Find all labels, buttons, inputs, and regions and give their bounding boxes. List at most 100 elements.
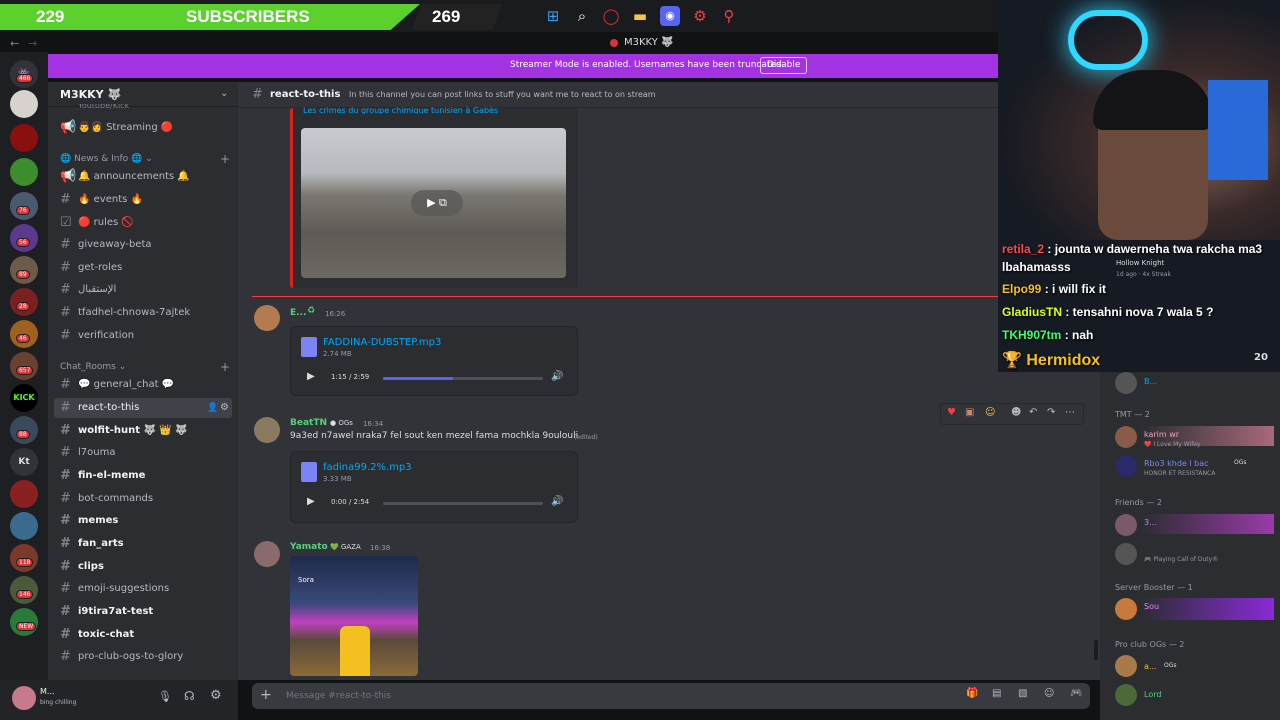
- windows-start-icon[interactable]: ⊞: [543, 6, 563, 26]
- avatar[interactable]: [1115, 655, 1137, 677]
- channel-emoji-suggestions[interactable]: # emoji-suggestions: [54, 579, 232, 599]
- server-icon[interactable]: [10, 480, 38, 508]
- add-attachment-icon[interactable]: +: [260, 687, 272, 703]
- member-name[interactable]: Lord: [1144, 690, 1161, 699]
- audio-seek-bar[interactable]: [383, 377, 543, 380]
- channel-l7ouma[interactable]: # l7ouma: [54, 443, 232, 463]
- back-arrow-icon[interactable]: ←: [10, 37, 19, 50]
- microphone-icon[interactable]: 🎙: [158, 690, 172, 703]
- message-author[interactable]: E...: [290, 308, 306, 318]
- server-icon[interactable]: [10, 512, 38, 540]
- channel-memes[interactable]: # memes: [54, 511, 232, 531]
- avatar[interactable]: [1115, 514, 1137, 536]
- channel-rules[interactable]: ☑ 🔴 rules 🚫: [54, 213, 232, 233]
- volume-icon[interactable]: 🔊: [551, 371, 563, 382]
- channel-clips[interactable]: # clips: [54, 557, 232, 577]
- embed-title[interactable]: Les crimes du groupe chimique tunisien à…: [303, 106, 498, 114]
- laugh-reaction-icon[interactable]: ☺: [985, 407, 995, 418]
- folder-icon[interactable]: ▬: [630, 6, 650, 26]
- channel-i9tira7at-test[interactable]: # i9tira7at-test: [54, 602, 232, 622]
- channel-tfadhel[interactable]: # tfadhel-chnowa-7ajtek: [54, 303, 232, 323]
- channel-giveaway[interactable]: # giveaway-beta: [54, 235, 232, 255]
- member-name[interactable]: B...: [1144, 377, 1157, 386]
- volume-icon[interactable]: 🔊: [551, 496, 563, 507]
- play-icon[interactable]: ▶: [307, 371, 315, 382]
- avatar[interactable]: [1115, 426, 1137, 448]
- add-channel-icon[interactable]: +: [220, 360, 230, 374]
- channel-fan-arts[interactable]: # fan_arts: [54, 534, 232, 554]
- channel-fin-el-meme[interactable]: # fin-el-meme: [54, 466, 232, 486]
- server-icon[interactable]: [10, 158, 38, 186]
- member-name[interactable]: Sou: [1144, 602, 1159, 611]
- member-name[interactable]: karim wr: [1144, 430, 1179, 439]
- discord-icon[interactable]: ◉: [660, 6, 680, 26]
- gear-icon[interactable]: ⚙: [220, 398, 229, 418]
- avatar[interactable]: [254, 417, 280, 443]
- avatar[interactable]: [1115, 455, 1137, 477]
- file-name[interactable]: fadina99.2%.mp3: [323, 462, 412, 473]
- channel-toxic-chat[interactable]: # toxic-chat: [54, 625, 232, 645]
- channel-welcome[interactable]: # الإستقبال: [54, 280, 232, 300]
- server-icon[interactable]: [10, 90, 38, 118]
- emoji-reaction-icon[interactable]: ▣: [965, 407, 974, 418]
- opera-icon[interactable]: ◯: [601, 6, 621, 26]
- message-author[interactable]: BeatTN: [290, 418, 327, 428]
- gift-icon[interactable]: 🎁: [966, 688, 978, 699]
- kt-server-icon[interactable]: Kt: [10, 448, 38, 476]
- reply-icon[interactable]: ↶: [1029, 407, 1037, 418]
- channel-events[interactable]: # 🔥 events 🔥: [54, 190, 232, 210]
- channel-announcements[interactable]: 📢 🔔 announcements 🔔: [54, 167, 232, 187]
- settings-gear-icon[interactable]: ⚙: [210, 688, 222, 703]
- more-options-icon[interactable]: ⋯: [1065, 407, 1075, 418]
- audio-seek-bar[interactable]: [383, 502, 543, 505]
- server-name[interactable]: M3KKY 🐺: [60, 88, 121, 101]
- avatar[interactable]: [1115, 543, 1137, 565]
- member-name[interactable]: Rbo3 khde l bac: [1144, 459, 1209, 468]
- headphones-icon[interactable]: ☊: [184, 689, 195, 703]
- play-icon[interactable]: ▶ ⧉: [411, 190, 463, 216]
- channel-general-chat[interactable]: # 💬 general_chat 💬: [54, 375, 232, 395]
- heart-reaction-icon[interactable]: ♥: [947, 407, 956, 418]
- server-icon[interactable]: [10, 124, 38, 152]
- forward-arrow-icon[interactable]: →: [28, 37, 37, 50]
- channel-wolfit-hunt[interactable]: # wolfit-hunt 🐺 👑 🐺: [54, 421, 232, 441]
- apps-icon[interactable]: 🎮: [1070, 688, 1082, 699]
- channel-bot-commands[interactable]: # bot-commands: [54, 489, 232, 509]
- add-channel-icon[interactable]: +: [220, 152, 230, 166]
- kick-server-icon[interactable]: KICK: [10, 384, 38, 412]
- video-thumbnail[interactable]: ▶ ⧉: [301, 128, 566, 278]
- avatar[interactable]: [1115, 684, 1137, 706]
- gif-icon[interactable]: ▤: [992, 688, 1001, 699]
- forward-icon[interactable]: ↷: [1047, 407, 1055, 418]
- avatar[interactable]: [1115, 598, 1137, 620]
- member-name[interactable]: 3...: [1144, 518, 1157, 527]
- channel-pro-club[interactable]: # pro-club-ogs-to-glory: [54, 647, 232, 667]
- video-attachment[interactable]: Sora: [290, 556, 418, 676]
- disable-streamer-mode-button[interactable]: Disable: [760, 57, 808, 74]
- channel-streaming[interactable]: 📢 👨‍👩 Streaming 🔴: [54, 118, 232, 138]
- avatar[interactable]: [12, 686, 36, 710]
- category-chat-rooms[interactable]: Chat_Rooms ⌄: [60, 362, 126, 372]
- app-icon[interactable]: ⚙: [690, 6, 710, 26]
- message-input[interactable]: [286, 687, 886, 705]
- pin-icon[interactable]: ⚲: [719, 6, 739, 26]
- scrollbar[interactable]: [1094, 640, 1098, 660]
- category-news[interactable]: 🌐 News & Info 🌐 ⌄: [60, 154, 153, 164]
- message-author[interactable]: Yamato: [290, 542, 328, 552]
- search-icon[interactable]: ⌕: [572, 6, 592, 26]
- avatar[interactable]: [254, 305, 280, 331]
- add-member-icon[interactable]: 👤: [207, 398, 218, 418]
- emoji-icon[interactable]: ☺: [1044, 688, 1054, 699]
- channel-verification[interactable]: # verification: [54, 326, 232, 346]
- member-name[interactable]: a...: [1144, 662, 1157, 671]
- channel-react-to-this[interactable]: # react-to-this 👤 ⚙: [54, 398, 232, 418]
- chevron-down-icon[interactable]: ⌄: [220, 88, 228, 99]
- avatar[interactable]: [254, 541, 280, 567]
- file-name[interactable]: FADDINA-DUBSTEP.mp3: [323, 337, 441, 348]
- play-icon[interactable]: ▶: [307, 496, 315, 507]
- sticker-icon[interactable]: ▧: [1018, 688, 1027, 699]
- add-reaction-icon[interactable]: ☻: [1011, 407, 1021, 418]
- channel-get-roles[interactable]: # get-roles: [54, 258, 232, 278]
- avatar[interactable]: [1115, 372, 1137, 394]
- channel-topic[interactable]: In this channel you can post links to st…: [349, 90, 656, 99]
